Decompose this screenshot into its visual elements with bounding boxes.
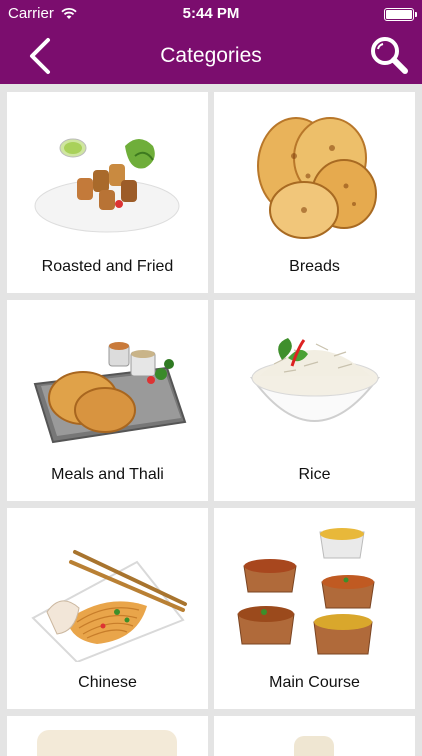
category-card-main-course[interactable]: Main Course bbox=[214, 508, 415, 709]
category-label: Main Course bbox=[269, 674, 360, 691]
category-label: Roasted and Fried bbox=[41, 258, 174, 275]
status-bar: Carrier 5:44 PM bbox=[0, 0, 422, 28]
category-card-meals-and-thali[interactable]: Meals and Thali bbox=[7, 300, 208, 501]
category-card-breads[interactable]: Breads bbox=[214, 92, 415, 293]
search-icon[interactable] bbox=[368, 34, 410, 76]
battery-icon bbox=[384, 8, 417, 21]
category-card-rice[interactable]: Rice bbox=[214, 300, 415, 501]
category-card-roasted-and-fried[interactable]: Roasted and Fried bbox=[7, 92, 208, 293]
page-title: Categories bbox=[160, 44, 262, 67]
category-card-chinese[interactable]: Chinese bbox=[7, 508, 208, 709]
breads-image bbox=[257, 117, 377, 239]
category-card-partial-right[interactable] bbox=[214, 716, 415, 756]
roasted-and-fried-image bbox=[34, 138, 180, 233]
partial-food-image bbox=[294, 736, 334, 756]
chinese-image bbox=[31, 550, 187, 662]
category-label: Chinese bbox=[78, 674, 137, 691]
category-label: Meals and Thali bbox=[51, 466, 164, 483]
navigation-bar: Categories bbox=[0, 28, 422, 84]
status-time: 5:44 PM bbox=[182, 5, 240, 22]
main-course-image bbox=[237, 528, 375, 655]
category-label: Rice bbox=[298, 466, 331, 483]
category-card-partial-left[interactable] bbox=[7, 716, 208, 756]
rice-image bbox=[250, 338, 380, 422]
partial-food-image bbox=[37, 730, 177, 756]
category-label: Breads bbox=[289, 258, 340, 275]
meals-and-thali-image bbox=[33, 342, 187, 444]
